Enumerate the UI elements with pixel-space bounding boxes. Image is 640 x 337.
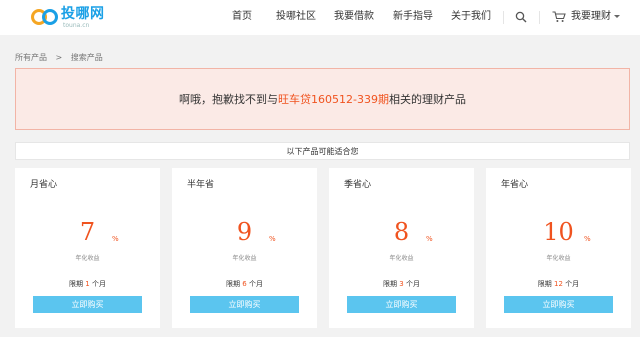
no-results-alert: 啊哦，抱歉找不到与旺车贷160512-339期相关的理财产品 [15, 68, 630, 130]
product-card: 季省心 8 % 年化收益 限期 3 个月 立即购买 [329, 168, 474, 328]
product-title: 月省心 [30, 180, 58, 190]
term-unit: 个月 [248, 280, 263, 288]
annual-rate: 9 [236, 218, 253, 246]
nav-guide[interactable]: 新手指导 [393, 0, 433, 35]
breadcrumb-current: 搜索产品 [70, 53, 103, 62]
buy-now-button[interactable]: 立即购买 [33, 296, 142, 313]
alert-keyword: 旺车贷160512-339期 [278, 93, 389, 106]
logo-text: 投哪网 [61, 6, 105, 22]
product-title: 年省心 [501, 180, 529, 190]
term-months: 6 [242, 280, 247, 288]
term-prefix: 限期 [226, 280, 241, 288]
term-prefix: 限期 [383, 280, 398, 288]
term-text: 限期 1 个月 [15, 279, 160, 289]
rate-percent: % [426, 235, 433, 243]
rate-percent: % [584, 235, 591, 243]
search-icon[interactable] [515, 11, 527, 23]
term-prefix: 限期 [537, 280, 552, 288]
logo-domain: touna.cn [63, 22, 90, 29]
term-unit: 个月 [565, 280, 580, 288]
cart-icon[interactable] [552, 11, 566, 23]
product-card: 年省心 10 % 年化收益 限期 12 个月 立即购买 [486, 168, 631, 328]
product-card: 半年省 9 % 年化收益 限期 6 个月 立即购买 [172, 168, 317, 328]
buy-now-button[interactable]: 立即购买 [190, 296, 299, 313]
rate-label: 年化收益 [389, 255, 414, 262]
term-prefix: 限期 [69, 280, 84, 288]
alert-suffix: 相关的理财产品 [388, 93, 466, 106]
buy-now-button[interactable]: 立即购买 [504, 296, 613, 313]
term-months: 1 [85, 280, 90, 288]
term-unit: 个月 [91, 280, 106, 288]
product-title: 半年省 [187, 180, 215, 190]
logo-icon [31, 9, 58, 25]
product-card: 月省心 7 % 年化收益 限期 1 个月 立即购买 [15, 168, 160, 328]
annual-rate: 7 [79, 218, 96, 246]
site-header: 投哪网 touna.cn 首页 投哪社区 我要借款 新手指导 关于我们 我要理财 [0, 0, 640, 35]
nav-divider [539, 11, 540, 24]
product-title: 季省心 [344, 180, 372, 190]
rate-label: 年化收益 [75, 255, 100, 262]
chevron-down-icon [614, 15, 620, 18]
rate-percent: % [112, 235, 119, 243]
breadcrumb-all-products[interactable]: 所有产品 [15, 53, 47, 62]
term-months: 3 [399, 280, 404, 288]
site-logo[interactable]: 投哪网 touna.cn [30, 5, 110, 31]
buy-now-button[interactable]: 立即购买 [347, 296, 456, 313]
suggestion-bar: 以下产品可能适合您 [15, 142, 630, 160]
annual-rate: 8 [393, 218, 410, 246]
nav-divider [503, 11, 504, 24]
breadcrumb: 所有产品 > 搜索产品 [15, 52, 109, 63]
breadcrumb-separator: > [55, 53, 63, 62]
rate-label: 年化收益 [546, 255, 571, 262]
term-months: 12 [554, 280, 563, 288]
rate-label: 年化收益 [232, 255, 257, 262]
nav-borrow[interactable]: 我要借款 [334, 0, 374, 35]
nav-my-finance[interactable]: 我要理财 [571, 0, 611, 35]
nav-home[interactable]: 首页 [232, 0, 252, 35]
nav-about[interactable]: 关于我们 [451, 0, 491, 35]
term-text: 限期 6 个月 [172, 279, 317, 289]
term-text: 限期 3 个月 [329, 279, 474, 289]
nav-community[interactable]: 投哪社区 [276, 0, 316, 35]
term-unit: 个月 [405, 280, 420, 288]
annual-rate: 10 [543, 218, 574, 246]
alert-prefix: 啊哦，抱歉找不到与 [179, 93, 279, 106]
term-text: 限期 12 个月 [486, 279, 631, 289]
rate-percent: % [269, 235, 276, 243]
